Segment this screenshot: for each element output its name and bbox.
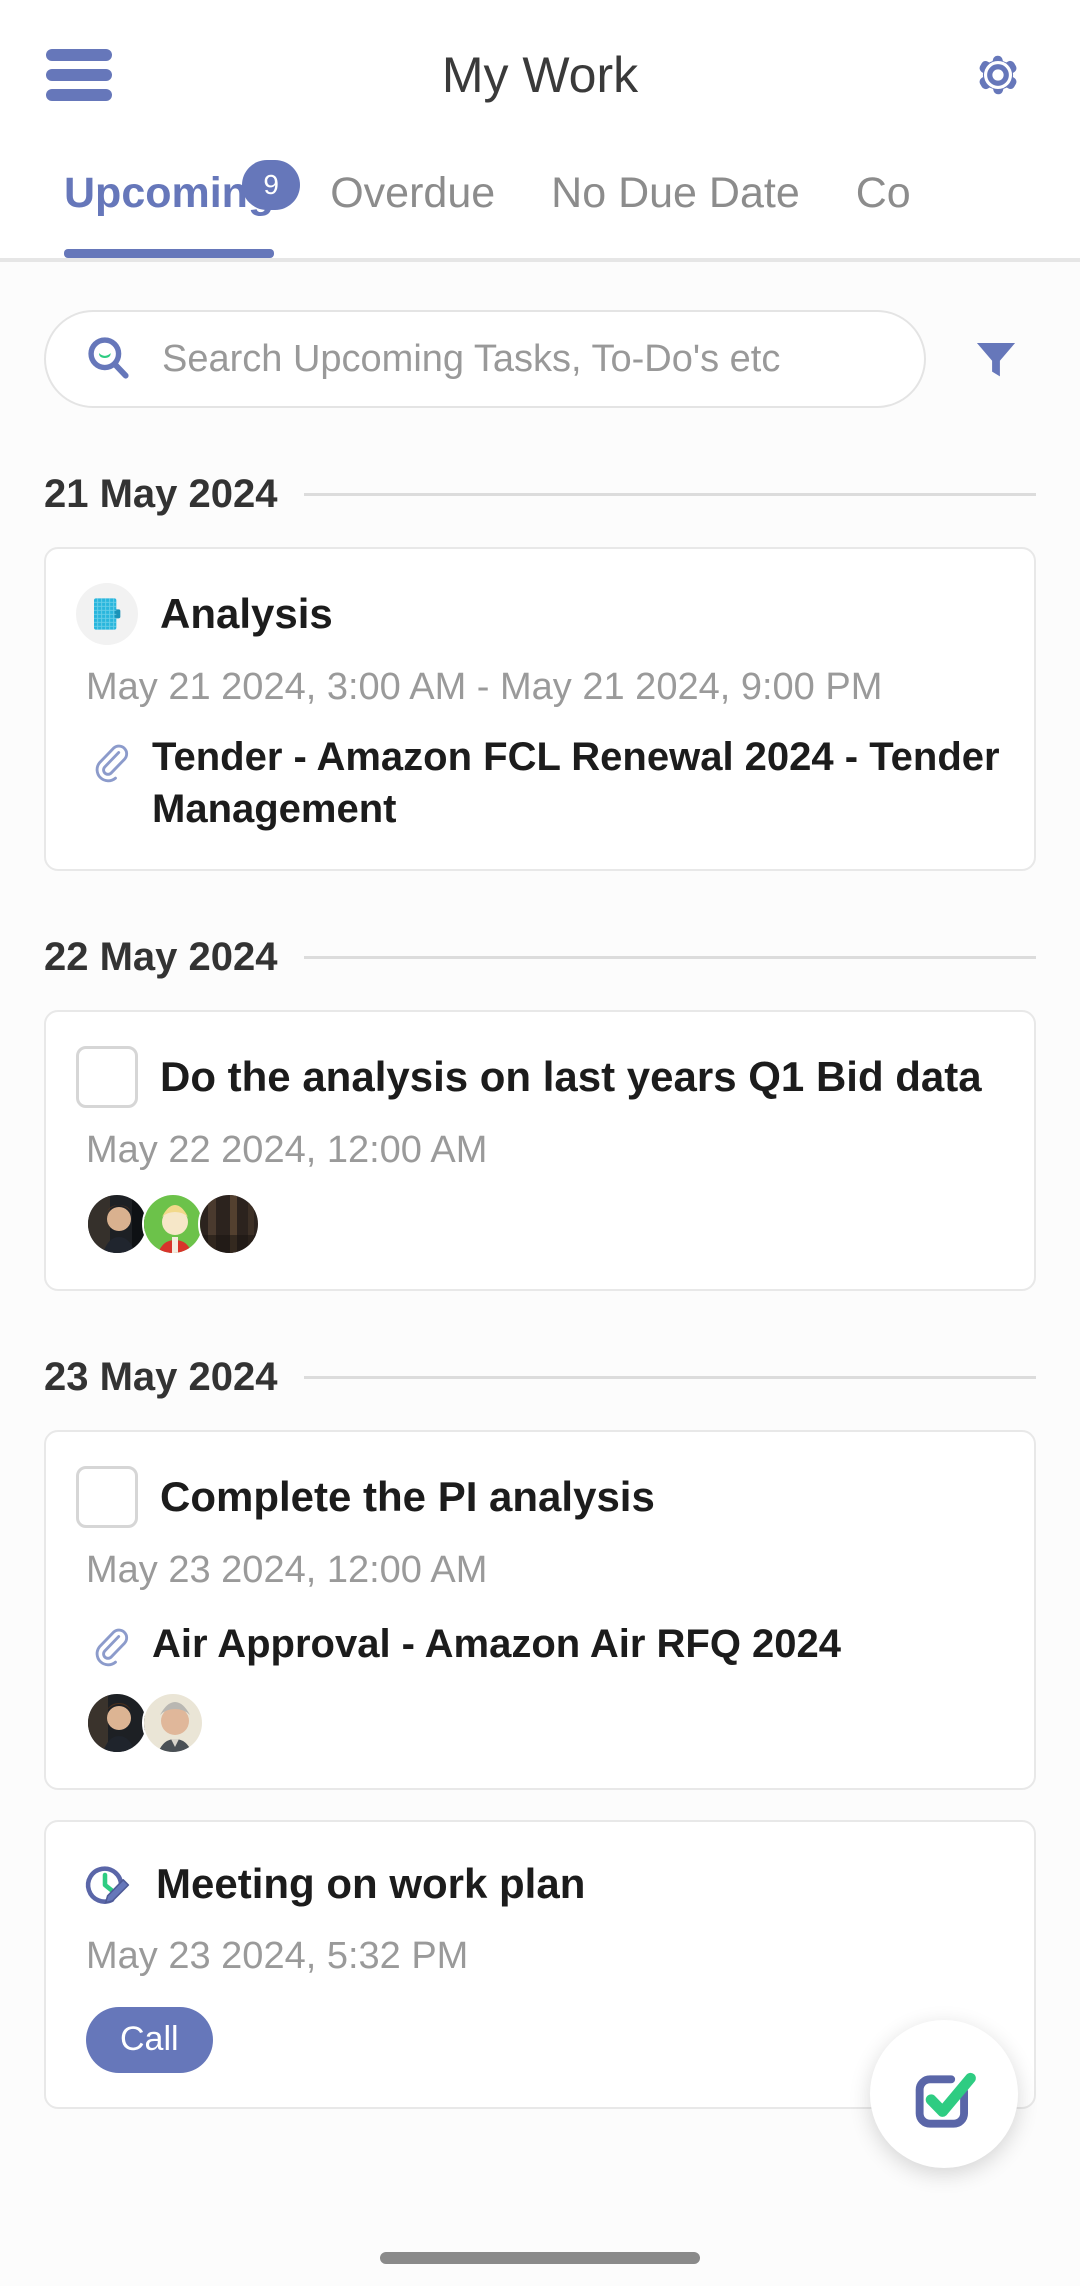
search-input[interactable] — [162, 337, 890, 381]
search-box[interactable] — [44, 310, 926, 408]
tab-bar: Upcoming 9 Overdue No Due Date Co — [0, 150, 1080, 258]
clock-pencil-icon-svg — [85, 1865, 130, 1904]
task-time: May 21 2024, 3:00 AM - May 21 2024, 9:00… — [86, 666, 883, 708]
task-linked-record[interactable]: Air Approval - Amazon Air RFQ 2024 — [76, 1616, 1000, 1674]
avatar-brown-photo — [200, 1195, 258, 1254]
hamburger-bar — [46, 69, 112, 81]
avatar[interactable] — [198, 1193, 260, 1256]
date-group-label: 23 May 2024 — [44, 1355, 278, 1400]
tab-label: Overdue — [330, 168, 496, 217]
gear-icon[interactable] — [962, 39, 1034, 111]
gear-icon-svg — [979, 55, 1017, 95]
notebook-icon-svg — [94, 598, 121, 630]
avatar-grey-hair-photo — [144, 1693, 202, 1752]
hamburger-bar — [46, 89, 112, 101]
linked-record-text: Air Approval - Amazon Air RFQ 2024 — [152, 1621, 842, 1666]
task-card[interactable]: Do the analysis on last years Q1 Bid dat… — [44, 1009, 1036, 1292]
task-time: May 22 2024, 12:00 AM — [86, 1128, 488, 1171]
avatar[interactable] — [142, 1691, 204, 1754]
tab-upcoming[interactable]: Upcoming 9 — [36, 150, 302, 258]
filter-funnel-icon[interactable] — [956, 319, 1036, 399]
avatar[interactable] — [86, 1691, 148, 1754]
task-time: May 23 2024, 5:32 PM — [86, 1934, 469, 1977]
date-divider-line — [303, 493, 1036, 496]
assignee-avatars — [76, 1193, 1000, 1256]
avatar[interactable] — [86, 1193, 148, 1256]
clock-pencil-icon — [76, 1856, 134, 1914]
avatar-green-cartoon — [144, 1195, 202, 1254]
task-card-header: Analysis — [76, 583, 1000, 645]
task-title: Meeting on work plan — [156, 1860, 586, 1908]
tab-no-due-date[interactable]: No Due Date — [523, 150, 828, 258]
task-checkbox[interactable] — [76, 1045, 138, 1108]
tab-badge-count: 9 — [242, 160, 301, 210]
paperclip-icon-svg — [95, 1628, 129, 1666]
task-linked-record[interactable]: Tender - Amazon FCL Renewal 2024 - Tende… — [76, 732, 1000, 834]
linked-record-text: Tender - Amazon FCL Renewal 2024 - Tende… — [152, 735, 1000, 831]
paperclip-icon — [84, 732, 136, 790]
app-header: My Work — [0, 0, 1080, 150]
task-time: May 23 2024, 12:00 AM — [86, 1549, 488, 1592]
tab-label: No Due Date — [551, 168, 800, 217]
task-title: Do the analysis on last years Q1 Bid dat… — [160, 1052, 982, 1100]
tab-completed[interactable]: Co — [828, 150, 939, 258]
create-task-fab[interactable] — [870, 2020, 1018, 2168]
tab-overdue[interactable]: Overdue — [302, 150, 523, 258]
hamburger-menu-icon[interactable] — [46, 49, 112, 101]
task-title: Analysis — [160, 589, 333, 637]
date-divider-line — [303, 1376, 1036, 1380]
avatar-dark-photo — [88, 1195, 146, 1254]
hamburger-bar — [46, 49, 112, 61]
task-title: Complete the PI analysis — [160, 1472, 655, 1520]
task-card-header: Complete the PI analysis — [76, 1466, 1000, 1529]
task-list-scroll-area[interactable]: 21 May 2024 Analysis May 21 202 — [0, 262, 1080, 2286]
home-indicator — [380, 2252, 700, 2264]
date-group-header: 23 May 2024 — [0, 1355, 1080, 1400]
paperclip-icon-svg — [95, 745, 129, 783]
avatar-dark-photo — [88, 1693, 146, 1752]
task-card[interactable]: Analysis May 21 2024, 3:00 AM - May 21 2… — [44, 547, 1036, 871]
tab-active-underline — [64, 249, 275, 258]
avatar[interactable] — [142, 1193, 204, 1256]
search-icon — [80, 330, 138, 388]
task-card[interactable]: Complete the PI analysis May 23 2024, 12… — [44, 1430, 1036, 1790]
date-group-label: 22 May 2024 — [44, 934, 278, 979]
assignee-avatars — [76, 1691, 1000, 1754]
date-group-label: 21 May 2024 — [44, 472, 278, 516]
activity-type-badge[interactable]: Call — [86, 2006, 213, 2073]
task-card-header: Do the analysis on last years Q1 Bid dat… — [76, 1045, 1000, 1108]
date-group-header: 22 May 2024 — [0, 935, 1080, 980]
search-row — [0, 262, 1080, 408]
tab-label: Co — [855, 168, 911, 217]
page-title: My Work — [441, 47, 639, 103]
my-work-screen: My Work Upcoming 9 Overdue No Due Date C… — [0, 0, 1080, 2286]
date-divider-line — [303, 955, 1036, 959]
task-checkbox[interactable] — [76, 1466, 138, 1529]
notebook-icon — [76, 583, 138, 645]
search-icon-svg — [88, 337, 129, 379]
date-group-header: 21 May 2024 — [0, 472, 1080, 517]
paperclip-icon — [84, 1616, 136, 1674]
checkbox-check-icon — [915, 2072, 976, 2128]
filter-funnel-icon-svg — [976, 342, 1016, 377]
task-card-header: Meeting on work plan — [76, 1856, 1000, 1914]
